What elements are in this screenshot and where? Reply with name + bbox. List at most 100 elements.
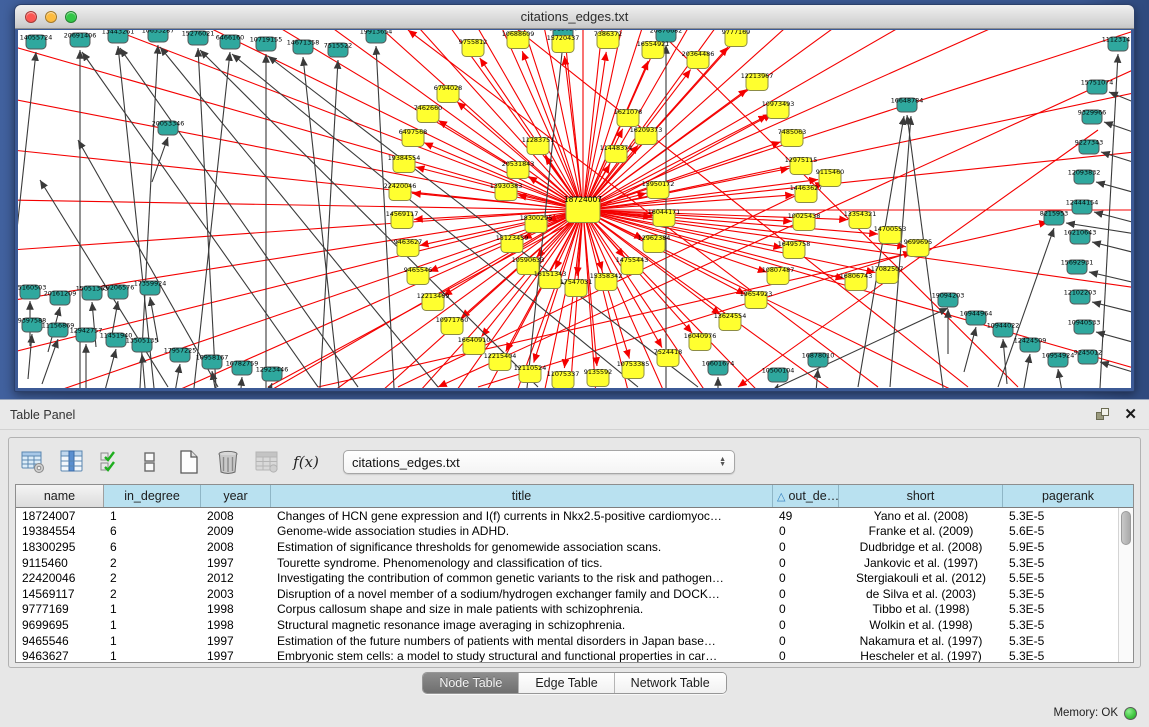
graph-node[interactable]: 10753385 [617, 360, 650, 379]
graph-node[interactable]: 15720437 [547, 34, 580, 53]
graph-node[interactable]: 7485063 [778, 128, 806, 147]
show-columns-button[interactable] [58, 448, 86, 476]
graph-node[interactable]: 9699695 [904, 238, 932, 257]
graph-node[interactable]: 15950172 [642, 180, 675, 199]
column-header-in_degree[interactable]: in_degree [104, 485, 201, 507]
graph-node[interactable]: 13505135 [126, 337, 159, 353]
window-titlebar[interactable]: citations_edges.txt [15, 5, 1134, 29]
column-header-name[interactable]: name [16, 485, 104, 507]
graph-node[interactable]: 9115460 [816, 168, 844, 187]
graph-node[interactable]: 10500104 [762, 367, 795, 383]
vertical-scrollbar[interactable] [1118, 508, 1133, 662]
column-header-pagerank[interactable]: pagerank [1003, 485, 1133, 507]
graph-node[interactable]: 12444154 [1066, 199, 1099, 215]
table-row[interactable]: 2242004622012Investigating the contribut… [16, 570, 1133, 586]
delete-table-button[interactable] [253, 448, 281, 476]
graph-node[interactable]: 17359924 [134, 280, 167, 296]
graph-node[interactable]: 20206576 [102, 284, 135, 300]
graph-node[interactable]: 14055724 [20, 34, 53, 50]
graph-node[interactable]: 19913654 [360, 30, 393, 43]
table-row[interactable]: 1456911722003Disruption of a novel membe… [16, 586, 1133, 602]
graph-node[interactable]: 14463627 [790, 184, 823, 203]
graph-node[interactable]: 20691406 [64, 32, 97, 48]
graph-node[interactable]: 12102203 [1064, 289, 1097, 305]
graph-node[interactable]: 10971760 [436, 316, 469, 335]
graph-node[interactable]: 17547031 [560, 278, 593, 297]
table-row[interactable]: 946362711997Embryonic stem cells: a mode… [16, 648, 1133, 662]
graph-node[interactable]: 19654923 [740, 290, 773, 309]
graph-node[interactable]: 9245012 [1074, 349, 1102, 365]
graph-node[interactable]: 16210643 [1064, 229, 1097, 245]
graph-node[interactable]: 14671358 [287, 39, 320, 55]
graph-node[interactable]: 9135592 [584, 368, 612, 387]
graph-node[interactable]: 10944022 [987, 322, 1020, 338]
graph-node[interactable]: 15123459 [496, 234, 529, 253]
graph-node[interactable]: 12093832 [1068, 169, 1101, 185]
graph-node[interactable]: 9227343 [1075, 139, 1103, 155]
graph-node[interactable]: 7462660 [414, 104, 442, 123]
row-height-button[interactable] [136, 448, 164, 476]
graph-node[interactable]: 9463627 [394, 238, 422, 257]
table-row[interactable]: 1938455462009Genome-wide association stu… [16, 524, 1133, 540]
graph-node[interactable]: 10025438 [788, 212, 821, 231]
graph-node[interactable]: 10958167 [196, 354, 229, 370]
graph-node[interactable]: 7515522 [324, 42, 352, 58]
graph-node[interactable]: 1621078 [614, 108, 642, 127]
column-header-out_de[interactable]: △out_de… [773, 485, 839, 507]
graph-node[interactable]: 17957225 [164, 347, 197, 363]
float-panel-icon[interactable] [1096, 408, 1110, 421]
table-options-button[interactable] [19, 448, 47, 476]
graph-node[interactable]: 22420046 [384, 182, 417, 201]
tab-network-table[interactable]: Network Table [615, 673, 726, 693]
graph-node[interactable]: 16209373 [630, 126, 663, 145]
graph-node[interactable]: 10940533 [1068, 319, 1101, 335]
table-row[interactable]: 946554611997Estimation of the future num… [16, 633, 1133, 649]
graph-node[interactable]: 20161209 [44, 290, 77, 306]
graph-node[interactable]: 12213967 [741, 72, 774, 91]
graph-node[interactable]: 15692931 [1061, 259, 1094, 275]
graph-node[interactable]: 14569117 [386, 210, 419, 229]
graph-node[interactable]: 11123141 [1102, 36, 1131, 52]
graph-node[interactable]: 12975115 [785, 156, 818, 175]
graph-node[interactable]: 10719155 [250, 36, 283, 52]
graph-node[interactable]: 16878010 [802, 352, 835, 368]
scrollbar-thumb[interactable] [1121, 511, 1131, 545]
graph-node[interactable]: 18724007 [564, 195, 602, 223]
memory-status[interactable]: Memory: OK [1053, 703, 1137, 723]
graph-node[interactable]: 20364486 [682, 50, 715, 69]
graph-node[interactable]: 12110524 [514, 364, 547, 383]
graph-node[interactable]: 19094203 [932, 292, 965, 308]
graph-node[interactable]: 6466160 [216, 34, 244, 50]
graph-node[interactable]: 7524418 [654, 348, 682, 367]
zoom-window-button[interactable] [65, 11, 77, 23]
network-table-select[interactable]: citations_edges.txt ▲▼ [343, 450, 735, 474]
graph-node[interactable]: 16806743 [840, 272, 873, 291]
graph-node[interactable]: 20531843 [502, 160, 535, 179]
graph-node[interactable]: 9755812 [459, 38, 487, 57]
network-graph[interactable]: 1405572420691406134432611065328715276021… [18, 30, 1131, 388]
select-rows-button[interactable] [97, 448, 125, 476]
delete-column-button[interactable] [214, 448, 242, 476]
graph-node[interactable]: 13443261 [102, 30, 135, 43]
graph-node[interactable]: 10653287 [142, 30, 175, 42]
minimize-window-button[interactable] [45, 11, 57, 23]
table-row[interactable]: 1830029562008Estimation of significance … [16, 539, 1133, 555]
table-row[interactable]: 977716911998Corpus callosum shape and si… [16, 602, 1133, 618]
column-header-year[interactable]: year [201, 485, 271, 507]
graph-node[interactable]: 12215404 [484, 352, 517, 371]
graph-node[interactable]: 7386372 [594, 30, 622, 49]
graph-node[interactable]: 16601674 [702, 360, 735, 376]
graph-node[interactable]: 9329966 [1078, 109, 1106, 125]
close-panel-icon[interactable]: ✕ [1124, 408, 1137, 421]
close-window-button[interactable] [25, 11, 37, 23]
graph-node[interactable]: 16782759 [226, 360, 259, 376]
graph-node[interactable]: 9465546 [404, 266, 432, 285]
tab-node-table[interactable]: Node Table [423, 673, 519, 693]
function-builder-button[interactable]: f(x) [292, 448, 320, 476]
graph-node[interactable]: 10807487 [762, 266, 795, 285]
graph-node[interactable]: 16954924 [1042, 352, 1075, 368]
graph-node[interactable]: 12424509 [1014, 337, 1047, 353]
graph-node[interactable]: 16495758 [778, 240, 811, 259]
tab-edge-table[interactable]: Edge Table [519, 673, 614, 693]
table-row[interactable]: 969969511998Structural magnetic resonanc… [16, 617, 1133, 633]
